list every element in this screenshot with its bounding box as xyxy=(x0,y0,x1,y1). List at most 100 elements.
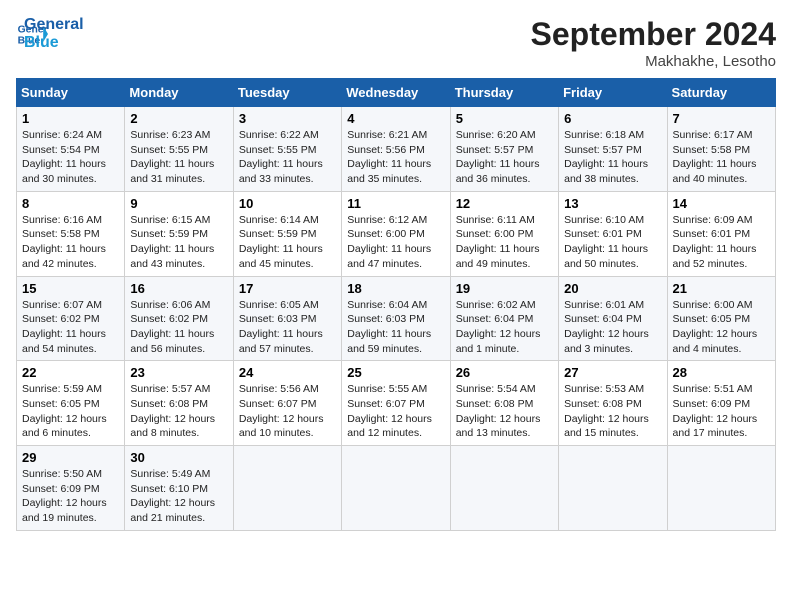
day-info: Sunrise: 5:56 AMSunset: 6:07 PMDaylight:… xyxy=(239,383,324,439)
calendar-day-cell: 20 Sunrise: 6:01 AMSunset: 6:04 PMDayligh… xyxy=(559,276,667,361)
day-number: 25 xyxy=(347,365,444,380)
logo-line2: Blue xyxy=(24,34,84,52)
day-info: Sunrise: 6:00 AMSunset: 6:05 PMDaylight:… xyxy=(673,299,758,355)
day-number: 11 xyxy=(347,196,444,211)
day-number: 28 xyxy=(673,365,770,380)
day-info: Sunrise: 6:14 AMSunset: 5:59 PMDaylight:… xyxy=(239,214,323,270)
day-number: 10 xyxy=(239,196,336,211)
day-info: Sunrise: 6:05 AMSunset: 6:03 PMDaylight:… xyxy=(239,299,323,355)
day-number: 7 xyxy=(673,111,770,126)
day-info: Sunrise: 6:12 AMSunset: 6:00 PMDaylight:… xyxy=(347,214,431,270)
day-number: 14 xyxy=(673,196,770,211)
day-number: 19 xyxy=(456,281,553,296)
calendar-day-cell: 4 Sunrise: 6:21 AMSunset: 5:56 PMDaylight… xyxy=(342,107,450,192)
calendar-day-cell: 2Sunrise: 6:23 AMSunset: 5:55 PMDaylight… xyxy=(125,107,233,192)
calendar-header-row: SundayMondayTuesdayWednesdayThursdayFrid… xyxy=(17,79,776,107)
calendar-day-cell: 8Sunrise: 6:16 AMSunset: 5:58 PMDaylight… xyxy=(17,191,125,276)
calendar-day-cell: 23 Sunrise: 5:57 AMSunset: 6:08 PMDayligh… xyxy=(125,361,233,446)
day-number: 18 xyxy=(347,281,444,296)
day-number: 4 xyxy=(347,111,444,126)
day-number: 20 xyxy=(564,281,661,296)
calendar-day-cell: 27 Sunrise: 5:53 AMSunset: 6:08 PMDayligh… xyxy=(559,361,667,446)
calendar-day-cell: 13Sunrise: 6:10 AMSunset: 6:01 PMDayligh… xyxy=(559,191,667,276)
calendar-week-row: 29 Sunrise: 5:50 AMSunset: 6:09 PMDayligh… xyxy=(17,446,776,531)
day-info: Sunrise: 6:11 AMSunset: 6:00 PMDaylight:… xyxy=(456,214,540,270)
calendar-day-cell: 26 Sunrise: 5:54 AMSunset: 6:08 PMDayligh… xyxy=(450,361,558,446)
calendar-day-cell: 12 Sunrise: 6:11 AMSunset: 6:00 PMDayligh… xyxy=(450,191,558,276)
day-number: 9 xyxy=(130,196,227,211)
day-info: Sunrise: 6:21 AMSunset: 5:56 PMDaylight:… xyxy=(347,129,431,185)
calendar-week-row: 15 Sunrise: 6:07 AMSunset: 6:02 PMDayligh… xyxy=(17,276,776,361)
month-title: September 2024 xyxy=(531,16,776,53)
calendar-week-row: 22Sunrise: 5:59 AMSunset: 6:05 PMDayligh… xyxy=(17,361,776,446)
day-number: 27 xyxy=(564,365,661,380)
day-info: Sunrise: 6:20 AMSunset: 5:57 PMDaylight:… xyxy=(456,129,540,185)
day-info: Sunrise: 5:55 AMSunset: 6:07 PMDaylight:… xyxy=(347,383,432,439)
day-number: 15 xyxy=(22,281,119,296)
day-info: Sunrise: 5:49 AMSunset: 6:10 PMDaylight:… xyxy=(130,468,215,524)
calendar-day-cell: 9 Sunrise: 6:15 AMSunset: 5:59 PMDaylight… xyxy=(125,191,233,276)
day-number: 12 xyxy=(456,196,553,211)
calendar-day-cell: 11 Sunrise: 6:12 AMSunset: 6:00 PMDayligh… xyxy=(342,191,450,276)
calendar-day-cell: 3 Sunrise: 6:22 AMSunset: 5:55 PMDaylight… xyxy=(233,107,341,192)
day-number: 3 xyxy=(239,111,336,126)
day-info: Sunrise: 6:07 AMSunset: 6:02 PMDaylight:… xyxy=(22,299,106,355)
day-number: 1 xyxy=(22,111,119,126)
calendar-week-row: 1 Sunrise: 6:24 AMSunset: 5:54 PMDaylight… xyxy=(17,107,776,192)
calendar-day-cell: 25 Sunrise: 5:55 AMSunset: 6:07 PMDayligh… xyxy=(342,361,450,446)
calendar-day-cell: 18 Sunrise: 6:04 AMSunset: 6:03 PMDayligh… xyxy=(342,276,450,361)
calendar-week-row: 8Sunrise: 6:16 AMSunset: 5:58 PMDaylight… xyxy=(17,191,776,276)
day-info: Sunrise: 6:01 AMSunset: 6:04 PMDaylight:… xyxy=(564,299,649,355)
calendar-day-cell: 1 Sunrise: 6:24 AMSunset: 5:54 PMDaylight… xyxy=(17,107,125,192)
calendar-day-cell: 24 Sunrise: 5:56 AMSunset: 6:07 PMDayligh… xyxy=(233,361,341,446)
day-number: 21 xyxy=(673,281,770,296)
logo-line1: General xyxy=(24,16,84,34)
calendar-day-cell: 16Sunrise: 6:06 AMSunset: 6:02 PMDayligh… xyxy=(125,276,233,361)
day-info: Sunrise: 6:24 AMSunset: 5:54 PMDaylight:… xyxy=(22,129,106,185)
day-info: Sunrise: 6:22 AMSunset: 5:55 PMDaylight:… xyxy=(239,129,323,185)
calendar-day-cell: 5 Sunrise: 6:20 AMSunset: 5:57 PMDaylight… xyxy=(450,107,558,192)
calendar-day-cell xyxy=(342,446,450,531)
day-info: Sunrise: 5:51 AMSunset: 6:09 PMDaylight:… xyxy=(673,383,758,439)
day-info: Sunrise: 5:53 AMSunset: 6:08 PMDaylight:… xyxy=(564,383,649,439)
day-info: Sunrise: 5:50 AMSunset: 6:09 PMDaylight:… xyxy=(22,468,107,524)
day-info: Sunrise: 6:16 AMSunset: 5:58 PMDaylight:… xyxy=(22,214,106,270)
day-number: 5 xyxy=(456,111,553,126)
calendar-day-cell: 15 Sunrise: 6:07 AMSunset: 6:02 PMDayligh… xyxy=(17,276,125,361)
day-of-week-header: Tuesday xyxy=(233,79,341,107)
day-of-week-header: Monday xyxy=(125,79,233,107)
day-of-week-header: Thursday xyxy=(450,79,558,107)
day-number: 23 xyxy=(130,365,227,380)
calendar-day-cell xyxy=(559,446,667,531)
calendar-day-cell: 21 Sunrise: 6:00 AMSunset: 6:05 PMDayligh… xyxy=(667,276,775,361)
day-number: 24 xyxy=(239,365,336,380)
day-number: 29 xyxy=(22,450,119,465)
calendar-day-cell xyxy=(233,446,341,531)
day-number: 17 xyxy=(239,281,336,296)
title-block: September 2024 Makhakhe, Lesotho xyxy=(531,16,776,70)
day-info: Sunrise: 6:15 AMSunset: 5:59 PMDaylight:… xyxy=(130,214,214,270)
day-number: 26 xyxy=(456,365,553,380)
calendar-day-cell xyxy=(667,446,775,531)
day-number: 30 xyxy=(130,450,227,465)
calendar-table: SundayMondayTuesdayWednesdayThursdayFrid… xyxy=(16,78,776,531)
calendar-day-cell: 29 Sunrise: 5:50 AMSunset: 6:09 PMDayligh… xyxy=(17,446,125,531)
calendar-day-cell: 19 Sunrise: 6:02 AMSunset: 6:04 PMDayligh… xyxy=(450,276,558,361)
calendar-day-cell: 17 Sunrise: 6:05 AMSunset: 6:03 PMDayligh… xyxy=(233,276,341,361)
day-info: Sunrise: 5:57 AMSunset: 6:08 PMDaylight:… xyxy=(130,383,215,439)
day-info: Sunrise: 6:06 AMSunset: 6:02 PMDaylight:… xyxy=(130,299,214,355)
calendar-day-cell: 30 Sunrise: 5:49 AMSunset: 6:10 PMDayligh… xyxy=(125,446,233,531)
calendar-day-cell: 10 Sunrise: 6:14 AMSunset: 5:59 PMDayligh… xyxy=(233,191,341,276)
day-info: Sunrise: 6:09 AMSunset: 6:01 PMDaylight:… xyxy=(673,214,757,270)
day-number: 6 xyxy=(564,111,661,126)
day-number: 13 xyxy=(564,196,661,211)
calendar-day-cell: 22Sunrise: 5:59 AMSunset: 6:05 PMDayligh… xyxy=(17,361,125,446)
day-info: Sunrise: 6:18 AMSunset: 5:57 PMDaylight:… xyxy=(564,129,648,185)
logo: General Blue General Blue xyxy=(16,16,84,52)
day-info: Sunrise: 6:02 AMSunset: 6:04 PMDaylight:… xyxy=(456,299,541,355)
day-info: Sunrise: 6:17 AMSunset: 5:58 PMDaylight:… xyxy=(673,129,757,185)
day-number: 22 xyxy=(22,365,119,380)
day-info: Sunrise: 6:04 AMSunset: 6:03 PMDaylight:… xyxy=(347,299,431,355)
day-info: Sunrise: 5:54 AMSunset: 6:08 PMDaylight:… xyxy=(456,383,541,439)
calendar-day-cell: 28 Sunrise: 5:51 AMSunset: 6:09 PMDayligh… xyxy=(667,361,775,446)
